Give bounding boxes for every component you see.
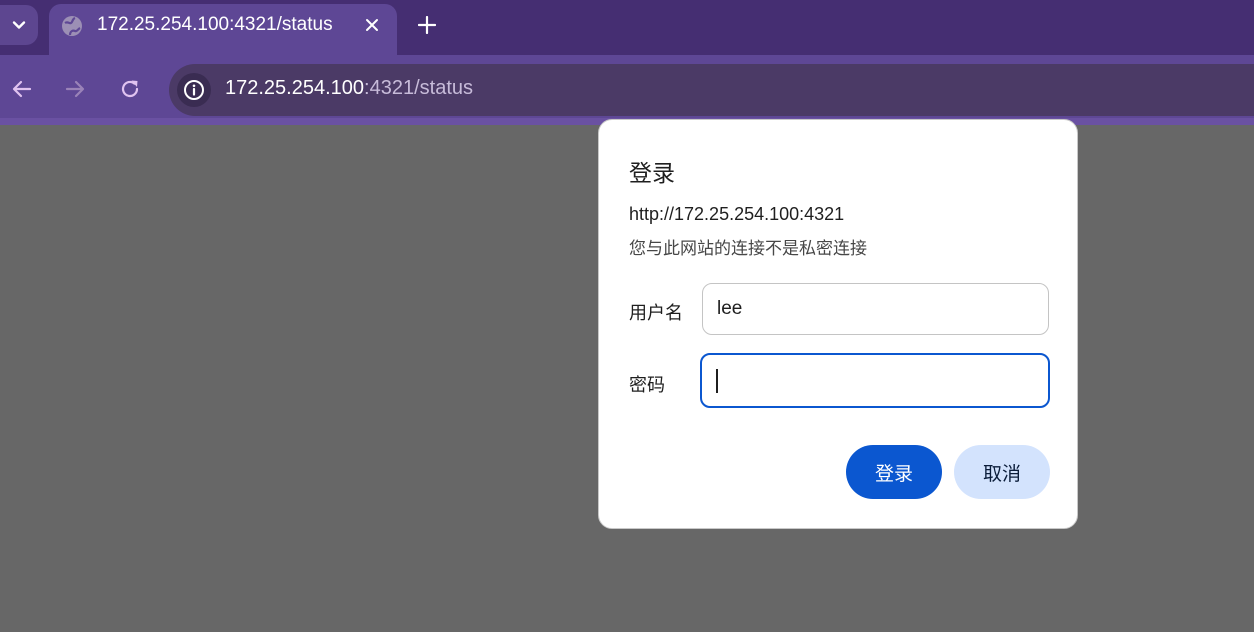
tab-search-button[interactable]	[0, 5, 38, 45]
tab-strip: 172.25.254.100:4321/status	[0, 0, 1254, 55]
password-label: 密码	[629, 375, 665, 396]
globe-icon	[62, 16, 82, 36]
cancel-button[interactable]: 取消	[954, 445, 1050, 499]
site-info-button[interactable]	[177, 73, 211, 107]
url-host: 172.25.254.100	[225, 77, 365, 99]
text-caret	[716, 369, 718, 393]
login-dialog: 登录 http://172.25.254.100:4321 您与此网站的连接不是…	[598, 119, 1078, 529]
chevron-down-icon	[12, 21, 26, 29]
username-input[interactable]	[702, 283, 1049, 335]
arrow-right-icon	[65, 80, 85, 98]
plus-icon	[418, 16, 436, 34]
back-button[interactable]	[7, 74, 37, 104]
login-button[interactable]: 登录	[846, 445, 942, 499]
url-text[interactable]: 172.25.254.100:4321/status	[225, 77, 473, 100]
dialog-origin: http://172.25.254.100:4321	[629, 204, 845, 224]
url-path: :4321/status	[364, 77, 473, 99]
reload-button[interactable]	[115, 74, 145, 104]
active-tab[interactable]: 172.25.254.100:4321/status	[49, 4, 397, 55]
forward-button[interactable]	[60, 74, 90, 104]
tab-title: 172.25.254.100:4321/status	[97, 14, 333, 35]
new-tab-button[interactable]	[411, 9, 443, 41]
tab-close-button[interactable]	[361, 14, 383, 36]
password-input[interactable]	[700, 353, 1050, 408]
arrow-left-icon	[12, 80, 32, 98]
toolbar: 172.25.254.100:4321/status	[0, 55, 1254, 125]
close-icon	[366, 19, 378, 31]
username-label: 用户名	[629, 303, 683, 324]
dialog-title: 登录	[629, 161, 675, 187]
dialog-warning: 您与此网站的连接不是私密连接	[629, 239, 867, 259]
info-icon	[184, 80, 204, 100]
reload-icon	[121, 80, 139, 98]
address-bar[interactable]: 172.25.254.100:4321/status	[169, 64, 1254, 116]
